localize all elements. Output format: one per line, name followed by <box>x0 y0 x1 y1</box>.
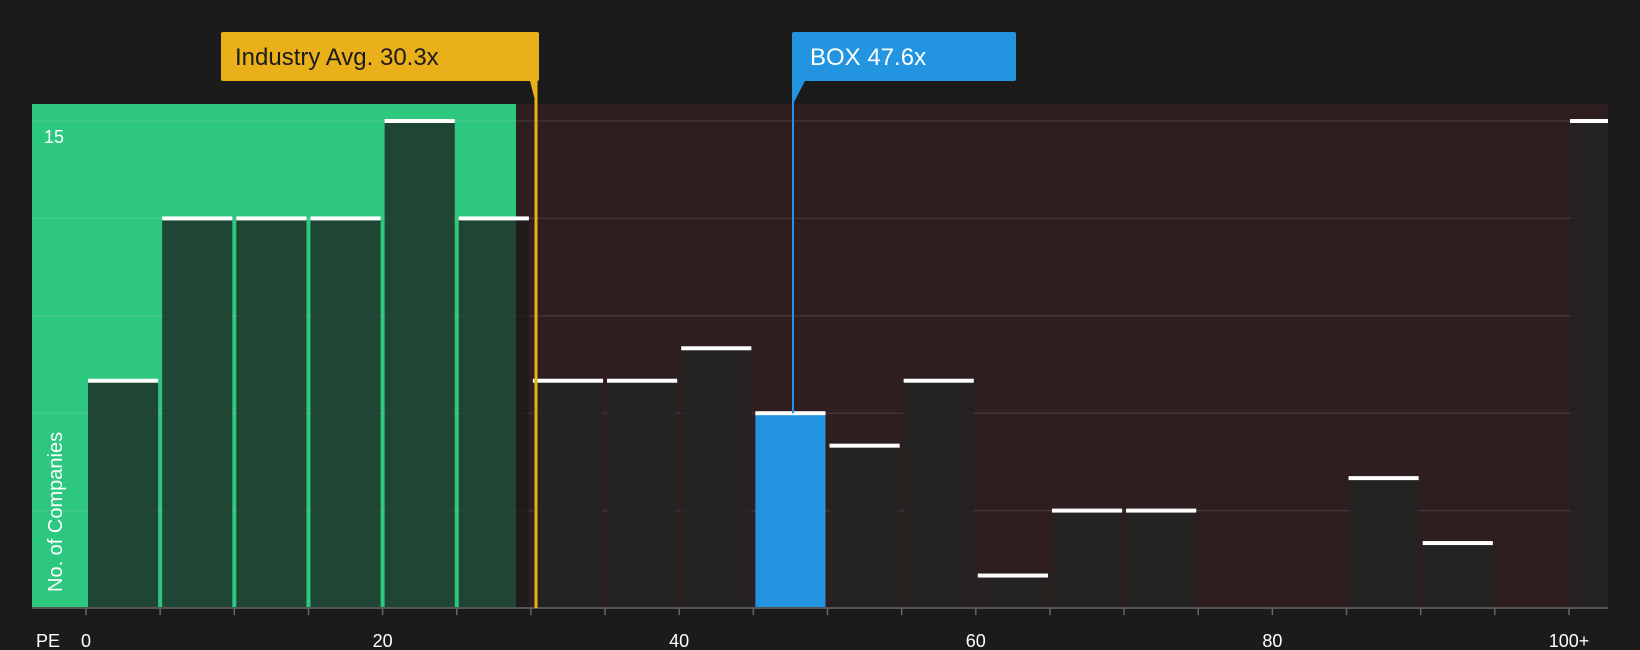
company-pe-label: BOX 47.6x <box>810 44 926 71</box>
histogram-bar <box>977 575 1048 608</box>
histogram-bar-cap <box>532 378 604 383</box>
histogram-bar-cap <box>458 216 529 221</box>
histogram-bar <box>829 445 900 608</box>
x-tick-label: 40 <box>669 631 689 650</box>
industry-avg-label: Industry Avg. 30.3x <box>235 44 439 71</box>
histogram-bar <box>607 380 678 608</box>
histogram-bar-cap <box>384 119 455 123</box>
histogram-bar <box>532 380 604 608</box>
histogram-bar <box>458 218 529 608</box>
x-tick-label: 20 <box>373 631 393 650</box>
histogram-bar <box>1051 510 1123 608</box>
histogram-bar-cap <box>310 216 381 221</box>
histogram-bar-cap <box>1422 541 1493 546</box>
histogram-bar-cap <box>162 216 233 221</box>
histogram-bar <box>755 413 826 608</box>
histogram-bar <box>681 348 752 608</box>
histogram-bar-cap <box>236 216 307 221</box>
x-tick-label: 60 <box>966 631 986 650</box>
histogram-bar <box>88 380 159 608</box>
histogram-bar-cap <box>88 378 159 383</box>
histogram-bar-cap <box>755 411 826 416</box>
y-axis-title: No. of Companies <box>45 432 67 592</box>
histogram-bar <box>1126 510 1197 608</box>
histogram-bar-cap <box>977 573 1048 578</box>
histogram-bar-cap <box>1126 508 1197 513</box>
histogram-bar-cap <box>903 378 974 383</box>
histogram-bar-cap <box>829 443 900 448</box>
histogram-bar <box>1422 543 1493 608</box>
histogram-bar <box>236 218 307 608</box>
histogram-bar-cap <box>607 378 678 383</box>
y-tick-label: 15 <box>44 127 64 147</box>
histogram-bar <box>903 380 974 608</box>
histogram-bar-cap <box>1570 119 1608 123</box>
histogram-bar-cap <box>1051 508 1123 513</box>
histogram-bar-cap <box>681 346 752 351</box>
histogram-bar <box>384 121 455 608</box>
histogram-bar <box>310 218 381 608</box>
pe-histogram-chart: 0 20 40 60 80 100+ Industry Avg. 30.3x BOX 47.… <box>32 32 1608 650</box>
histogram-bar <box>162 218 233 608</box>
x-tick-label: 80 <box>1262 631 1282 650</box>
x-axis-title: PE <box>36 631 60 650</box>
histogram-bar <box>1348 478 1419 608</box>
x-tick-label: 0 <box>81 631 91 650</box>
histogram-bar-cap <box>1348 476 1419 481</box>
x-tick-label: 100+ <box>1549 631 1590 650</box>
company-pe-pointer <box>793 81 805 104</box>
histogram-bar <box>1570 121 1608 608</box>
